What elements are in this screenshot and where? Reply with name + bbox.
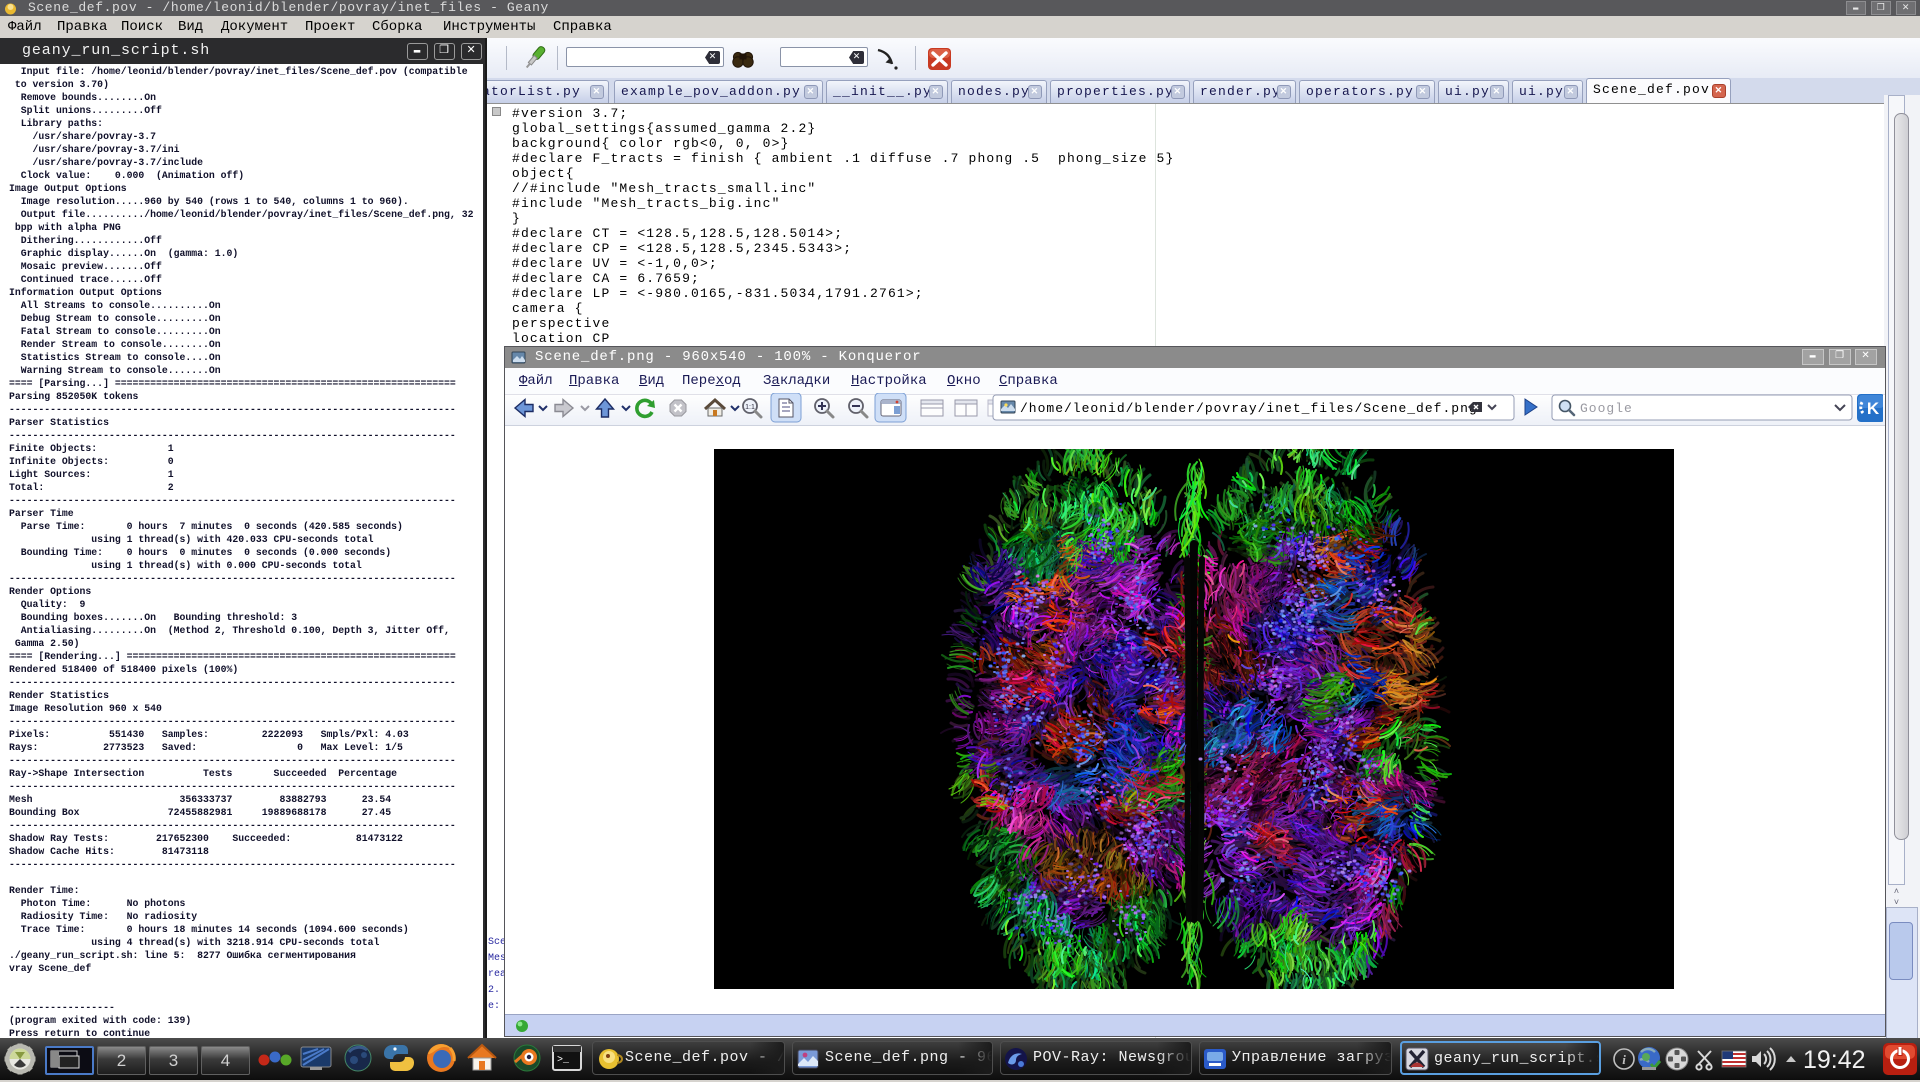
svg-text:>_: >_: [557, 1055, 570, 1066]
svg-text:Google: Google: [1580, 401, 1633, 416]
svg-text:/home/leonid/blender/povray/in: /home/leonid/blender/povray/inet_files/S…: [1020, 401, 1478, 416]
svg-text:1:1: 1:1: [745, 404, 755, 411]
svg-text:K: K: [1867, 399, 1880, 418]
svg-text:i: i: [1622, 1052, 1626, 1067]
